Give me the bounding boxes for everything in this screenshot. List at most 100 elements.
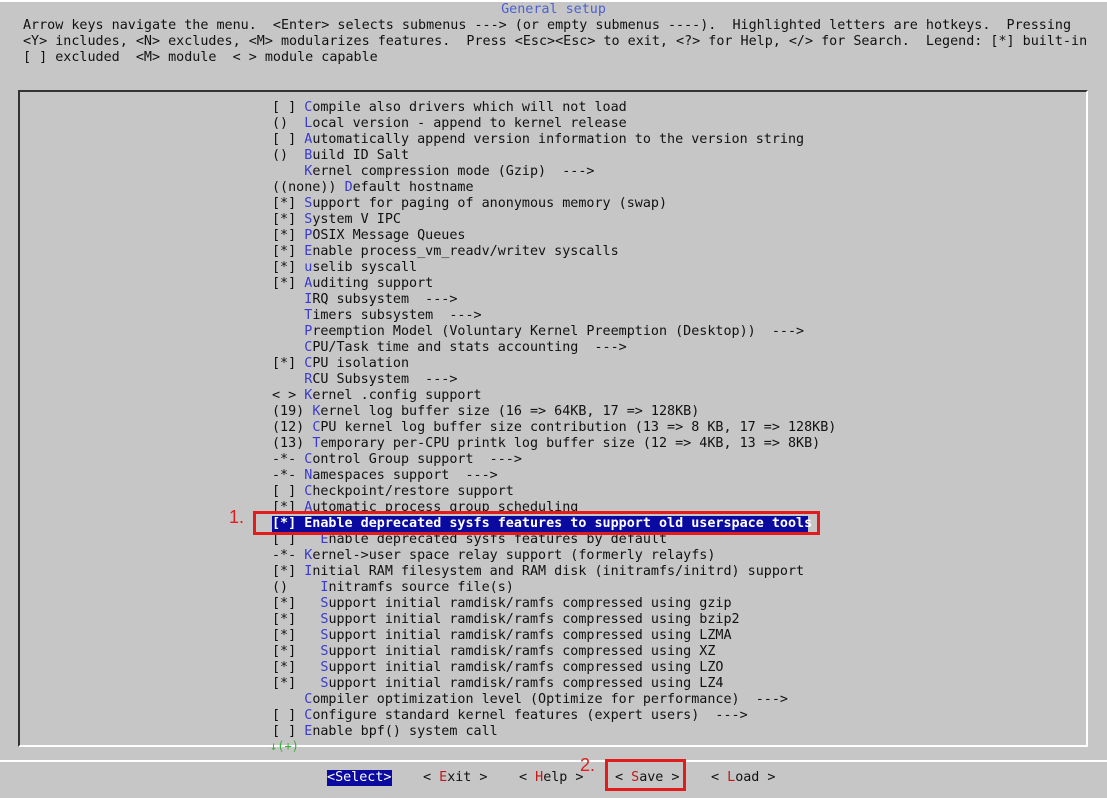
menu-item-label: ompile also drivers which will not load [312,100,627,115]
menu-item[interactable]: [*] Support for paging of anonymous memo… [272,196,1072,212]
menu-item-label: PU kernel log buffer size contribution (… [320,420,837,435]
menu-item-prefix [272,292,304,307]
menu-item[interactable]: ((none)) Default hostname [272,180,1072,196]
menu-item-prefix: [*] [272,356,305,371]
menu-item-label: ompiler optimization level (Optimize for… [312,692,788,707]
help-text: Arrow keys navigate the menu. <Enter> se… [23,18,1104,65]
menu-item[interactable]: (12) CPU kernel log buffer size contribu… [272,420,1072,436]
menu-item[interactable]: [*] Support initial ramdisk/ramfs compre… [272,660,1072,676]
menu-item-prefix: [*] [272,644,321,659]
menu-item-prefix: [*] [272,628,321,643]
menu-item-prefix: [*] [272,596,321,611]
menu-item-prefix: [*] [272,516,305,531]
menu-item-prefix: [*] [272,196,305,211]
menu-item-label: upport initial ramdisk/ramfs compressed … [328,612,740,627]
menu-item-prefix: < > [272,388,305,403]
menu-item[interactable]: IRQ subsystem ---> [272,292,1072,308]
menu-item[interactable]: < > Kernel .config support [272,388,1072,404]
menu-item[interactable]: [*] Enable deprecated sysfs features to … [272,516,1072,532]
menu-item[interactable]: [*] Auditing support [272,276,1072,292]
menu-item-prefix: (13) [272,436,313,451]
menu-item[interactable]: [ ] Enable bpf() system call [272,724,1072,740]
menu-item-prefix [272,308,304,323]
menu-item[interactable]: -*- Control Group support ---> [272,452,1072,468]
menu-item[interactable]: [ ] Compile also drivers which will not … [272,100,1072,116]
menu-item[interactable]: () Build ID Salt [272,148,1072,164]
menu-item-label: ernel log buffer size (16 => 64KB, 17 =>… [320,404,700,419]
menu-item[interactable]: () Local version - append to kernel rele… [272,116,1072,132]
menu-item[interactable]: [*] Support initial ramdisk/ramfs compre… [272,596,1072,612]
menu-item[interactable]: [*] Support initial ramdisk/ramfs compre… [272,676,1072,692]
menu-item[interactable]: [*] Enable process_vm_readv/writev sysca… [272,244,1072,260]
menu-item-label: upport initial ramdisk/ramfs compressed … [328,628,732,643]
menu-item-label: amespaces support ---> [312,468,498,483]
menu-item-label: RQ subsystem ---> [312,292,458,307]
menu-item[interactable]: [*] CPU isolation [272,356,1072,372]
menu-item-label: upport for paging of anonymous memory (s… [312,196,668,211]
menu-item-label: onfigure standard kernel features (exper… [312,708,748,723]
menu-item-label: heckpoint/restore support [312,484,514,499]
menu-item-label: PU/Task time and stats accounting ---> [312,340,627,355]
menu-item[interactable]: () Initramfs source file(s) [272,580,1072,596]
exit-button[interactable]: < Exit > [423,770,488,786]
menu-item[interactable]: RCU Subsystem ---> [272,372,1072,388]
menu-item-prefix: [*] [272,564,305,579]
menu-item-label: ontrol Group support ---> [312,452,522,467]
select-button[interactable]: <Select> [327,770,392,786]
menu-item-label: upport initial ramdisk/ramfs compressed … [328,660,724,675]
menu-item[interactable]: [*] Support initial ramdisk/ramfs compre… [272,644,1072,660]
menu-item[interactable]: [ ] Configure standard kernel features (… [272,708,1072,724]
menu-item[interactable]: [*] POSIX Message Queues [272,228,1072,244]
menu-item[interactable]: Compiler optimization level (Optimize fo… [272,692,1072,708]
menu-item-label: upport initial ramdisk/ramfs compressed … [328,596,732,611]
menu-item[interactable]: Kernel compression mode (Gzip) ---> [272,164,1072,180]
menu-item-prefix: () [272,116,305,131]
menu-item-prefix: [ ] [272,132,305,147]
menu-item-label: selib syscall [312,260,418,275]
menu-item-label: emporary per-CPU printk log buffer size … [320,436,821,451]
menu-item-prefix: [*] [272,612,321,627]
menu-item-prefix: [*] [272,276,305,291]
menu-item-prefix [272,164,304,179]
menu-item-label: nable bpf() system call [312,724,498,739]
menu-item[interactable]: [ ] Automatically append version informa… [272,132,1072,148]
menu-item-prefix [272,692,304,707]
menu-item[interactable]: [*] Initial RAM filesystem and RAM disk … [272,564,1072,580]
menu-item-label: nable process_vm_readv/writev syscalls [312,244,619,259]
window-title: General setup [0,2,1107,18]
menu-item[interactable]: [*] Support initial ramdisk/ramfs compre… [272,612,1072,628]
menu-item-prefix: -*- [272,468,305,483]
menu-item-label: efault hostname [352,180,474,195]
menu-item-label: OSIX Message Queues [312,228,466,243]
menu-item[interactable]: [*] uselib syscall [272,260,1072,276]
menu-item-prefix: [ ] [272,724,305,739]
load-button[interactable]: < Load > [711,770,776,786]
menu-item-prefix: () [272,580,321,595]
menu-item[interactable]: [ ] Checkpoint/restore support [272,484,1072,500]
button-bar: <Select> < Exit > < Help > < Save > < Lo… [0,770,1107,788]
button-divider [0,760,1107,762]
menu-item-prefix: ((none)) [272,180,345,195]
menu-item[interactable]: CPU/Task time and stats accounting ---> [272,340,1072,356]
menu-item[interactable]: (13) Temporary per-CPU printk log buffer… [272,436,1072,452]
menu-item[interactable]: Timers subsystem ---> [272,308,1072,324]
menu-item[interactable]: [*] System V IPC [272,212,1072,228]
menu-item-label: ernel .config support [312,388,482,403]
menu-item-label: CU Subsystem ---> [312,372,458,387]
menu-item-label: upport initial ramdisk/ramfs compressed … [328,644,716,659]
menu-item-label: ernel compression mode (Gzip) ---> [312,164,595,179]
menu-item[interactable]: (19) Kernel log buffer size (16 => 64KB,… [272,404,1072,420]
menu-item[interactable]: -*- Kernel->user space relay support (fo… [272,548,1072,564]
menu-item-prefix: [*] [272,228,305,243]
help-button[interactable]: < Help > [519,770,584,786]
menu-item[interactable]: -*- Namespaces support ---> [272,468,1072,484]
menu-item-prefix: [*] [272,260,305,275]
annotation-number-2: 2. [580,755,596,775]
menu-item[interactable]: Preemption Model (Voluntary Kernel Preem… [272,324,1072,340]
menu-item-prefix: [*] [272,676,321,691]
menu-item-prefix [272,324,304,339]
menu-item-prefix: () [272,148,305,163]
menu-item-prefix: [ ] [272,484,305,499]
menu-item[interactable]: [*] Support initial ramdisk/ramfs compre… [272,628,1072,644]
menu-box[interactable]: [ ] Compile also drivers which will not … [18,90,1088,747]
